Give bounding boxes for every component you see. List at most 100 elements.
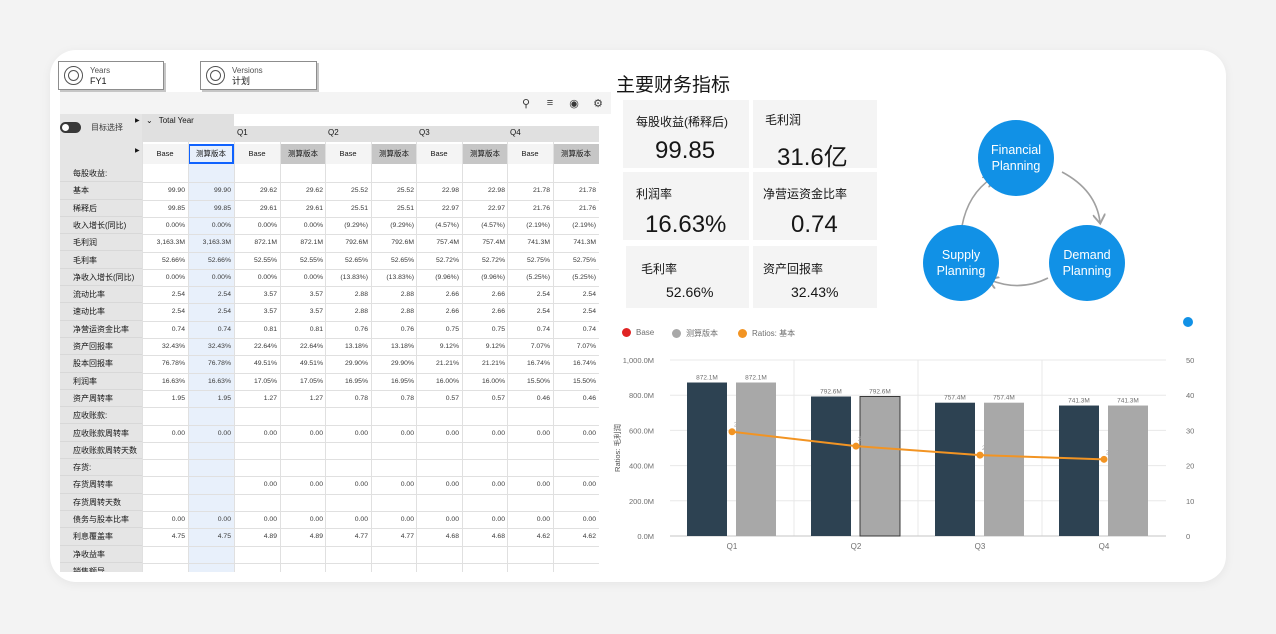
grid-cell[interactable]: 52.72% xyxy=(416,252,462,269)
row-label[interactable]: 资产周转率 xyxy=(60,390,142,408)
grid-cell[interactable]: 1.27 xyxy=(234,390,280,407)
grid-cell[interactable] xyxy=(462,563,508,572)
grid-cell[interactable]: 16.95% xyxy=(371,373,417,390)
grid-cell[interactable]: 29.90% xyxy=(371,355,417,372)
grid-cell[interactable] xyxy=(371,546,417,563)
grid-cell[interactable]: 17.05% xyxy=(234,373,280,390)
filter-icon[interactable]: ≡ xyxy=(543,97,557,109)
grid-cell[interactable] xyxy=(280,442,326,459)
grid-cell[interactable] xyxy=(416,563,462,572)
grid-cell[interactable] xyxy=(507,165,553,182)
grid-cell[interactable]: 0.00 xyxy=(371,511,417,528)
grid-cell[interactable]: 0.75 xyxy=(416,321,462,338)
grid-cell[interactable] xyxy=(188,165,234,182)
grid-cell[interactable]: 3,163.3M xyxy=(142,234,188,251)
grid-cell[interactable]: 4.75 xyxy=(142,528,188,545)
grid-cell[interactable]: 29.90% xyxy=(325,355,371,372)
grid-cell[interactable]: 29.62 xyxy=(280,182,326,199)
grid-cell[interactable]: 49.51% xyxy=(280,355,326,372)
grid-cell[interactable] xyxy=(234,407,280,424)
grid-cell[interactable]: 0.46 xyxy=(553,390,599,407)
grid-cell[interactable]: 52.65% xyxy=(371,252,417,269)
grid-cell[interactable] xyxy=(371,563,417,572)
grid-cell[interactable] xyxy=(280,459,326,476)
grid-cell[interactable] xyxy=(188,563,234,572)
grid-cell[interactable]: 0.00 xyxy=(325,511,371,528)
grid-cell[interactable]: 99.85 xyxy=(188,200,234,217)
grid-cell[interactable] xyxy=(462,407,508,424)
grid-cell[interactable]: 0.00% xyxy=(142,217,188,234)
grid-cell[interactable] xyxy=(416,165,462,182)
grid-cell[interactable]: (2.19%) xyxy=(553,217,599,234)
grid-cell[interactable]: 3.57 xyxy=(280,303,326,320)
grid-cell[interactable]: 0.00% xyxy=(142,269,188,286)
grid-cell[interactable]: 99.90 xyxy=(188,182,234,199)
grid-cell[interactable]: 32.43% xyxy=(188,338,234,355)
legend-item-version[interactable]: 测算版本 xyxy=(672,328,718,339)
grid-cell[interactable] xyxy=(188,494,234,511)
grid-cell[interactable]: 2.54 xyxy=(507,303,553,320)
grid-cell[interactable]: 1.27 xyxy=(280,390,326,407)
grid-cell[interactable]: 0.81 xyxy=(234,321,280,338)
expand-arrow-icon[interactable]: ▶ xyxy=(135,117,140,124)
row-label[interactable]: 稀释后 xyxy=(60,200,142,217)
toggle-switch[interactable] xyxy=(60,122,81,133)
grid-cell[interactable]: 22.64% xyxy=(280,338,326,355)
grid-cell[interactable]: 0.00 xyxy=(371,425,417,442)
grid-cell[interactable]: 0.76 xyxy=(325,321,371,338)
row-label[interactable]: 净营运资金比率 xyxy=(60,321,142,338)
grid-cell[interactable] xyxy=(280,165,326,182)
grid-cell[interactable]: 9.12% xyxy=(462,338,508,355)
versions-filter[interactable]: Versions 计划 xyxy=(200,61,317,90)
grid-cell[interactable] xyxy=(371,494,417,511)
grid-cell[interactable]: 0.74 xyxy=(507,321,553,338)
grid-cell[interactable]: (9.29%) xyxy=(371,217,417,234)
grid-cell[interactable]: 4.77 xyxy=(371,528,417,545)
grid-cell[interactable]: 0.00 xyxy=(142,511,188,528)
grid-cell[interactable]: 0.00% xyxy=(280,269,326,286)
grid-cell[interactable]: 0.74 xyxy=(553,321,599,338)
grid-cell[interactable]: 0.00 xyxy=(280,425,326,442)
column-header-version[interactable]: 测算版本 xyxy=(371,144,417,164)
grid-cell[interactable]: 76.78% xyxy=(142,355,188,372)
grid-cell[interactable] xyxy=(553,459,599,476)
grid-cell[interactable] xyxy=(234,165,280,182)
grid-cell[interactable]: 0.00 xyxy=(234,511,280,528)
grid-cell[interactable]: 16.63% xyxy=(188,373,234,390)
row-label[interactable]: 存货周转天数 xyxy=(60,494,142,511)
grid-cell[interactable] xyxy=(507,563,553,572)
grid-cell[interactable]: 4.68 xyxy=(462,528,508,545)
grid-cell[interactable]: (4.57%) xyxy=(416,217,462,234)
row-label[interactable]: 净收益率 xyxy=(60,546,142,563)
grid-cell[interactable]: 29.61 xyxy=(280,200,326,217)
row-label[interactable]: 应收账款: xyxy=(60,407,142,425)
grid-cell[interactable] xyxy=(325,546,371,563)
column-header-version[interactable]: 测算版本 xyxy=(188,144,234,164)
total-year-header[interactable]: ⌄ Total Year xyxy=(146,116,194,125)
row-label[interactable]: 存货: xyxy=(60,459,142,477)
grid-cell[interactable]: 32.43% xyxy=(142,338,188,355)
grid-cell[interactable] xyxy=(142,442,188,459)
column-header-base[interactable]: Base xyxy=(142,144,188,164)
grid-cell[interactable]: 0.75 xyxy=(462,321,508,338)
legend-item-base[interactable]: Base xyxy=(622,328,654,337)
row-label[interactable]: 资产回报率 xyxy=(60,338,142,356)
grid-cell[interactable] xyxy=(325,563,371,572)
grid-cell[interactable] xyxy=(234,494,280,511)
info-icon[interactable] xyxy=(1183,317,1193,327)
grid-cell[interactable]: 13.18% xyxy=(325,338,371,355)
grid-cell[interactable]: 2.54 xyxy=(553,303,599,320)
grid-cell[interactable]: 0.00 xyxy=(234,425,280,442)
grid-cell[interactable]: 2.54 xyxy=(142,303,188,320)
grid-cell[interactable]: 3.57 xyxy=(280,286,326,303)
quarter-header-q4[interactable]: Q4 xyxy=(510,128,521,137)
grid-cell[interactable] xyxy=(553,546,599,563)
column-header-version[interactable]: 测算版本 xyxy=(462,144,508,164)
row-label[interactable]: 利息覆盖率 xyxy=(60,528,142,546)
grid-cell[interactable]: 0.00 xyxy=(416,425,462,442)
grid-cell[interactable]: 0.00% xyxy=(234,269,280,286)
grid-cell[interactable] xyxy=(142,563,188,572)
grid-cell[interactable] xyxy=(371,459,417,476)
grid-cell[interactable] xyxy=(553,563,599,572)
grid-cell[interactable] xyxy=(507,459,553,476)
